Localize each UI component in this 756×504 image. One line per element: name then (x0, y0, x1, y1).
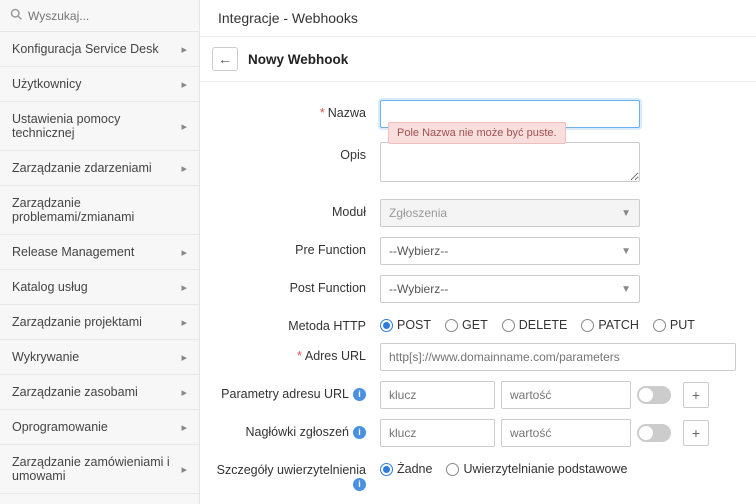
param-key-input[interactable] (380, 381, 495, 409)
chevron-right-icon: ▸ (181, 351, 187, 364)
chevron-down-icon: ▼ (621, 208, 631, 219)
sidebar-item[interactable]: Zarządzanie projektami ▸ (0, 305, 199, 340)
sidebar-search[interactable] (0, 0, 199, 32)
sidebar-item-label: Ustawienia pomocy technicznej (12, 112, 181, 140)
sidebar-item-label: Zarządzanie projektami (12, 315, 142, 329)
postfn-select[interactable]: --Wybierz-- ▼ (380, 275, 640, 303)
header-toggle[interactable] (637, 424, 671, 442)
http-method-option[interactable]: GET (445, 318, 488, 332)
sidebar-item-label: Zarządzanie zasobami (12, 385, 138, 399)
prefn-select[interactable]: --Wybierz-- ▼ (380, 237, 640, 265)
sidebar-item[interactable]: Ankiety▸ (0, 494, 199, 504)
chevron-down-icon: ▼ (621, 284, 631, 295)
main-panel: Integracje - Webhooks ← Nowy Webhook *Na… (200, 0, 756, 504)
search-icon (10, 8, 22, 23)
name-label: *Nazwa (210, 100, 380, 120)
radio-icon (581, 319, 594, 332)
chevron-right-icon: ▸ (181, 421, 187, 434)
chevron-down-icon: ▼ (621, 246, 631, 257)
param-add-button[interactable]: + (683, 382, 709, 408)
sidebar-item-label: Katalog usług (12, 280, 88, 294)
url-input[interactable] (380, 343, 736, 371)
http-method-option[interactable]: DELETE (502, 318, 568, 332)
desc-label: Opis (210, 142, 380, 162)
http-method-option[interactable]: POST (380, 318, 431, 332)
sidebar-item[interactable]: Release Management ▸ (0, 235, 199, 270)
sidebar-nav: Konfiguracja Service Desk▸Użytkownicy▸Us… (0, 32, 199, 504)
auth-group: Żadne Uwierzytelnianie podstawowe (380, 457, 736, 476)
info-icon[interactable]: i (353, 478, 366, 491)
sidebar-item[interactable]: Użytkownicy ▸ (0, 67, 199, 102)
chevron-right-icon: ▸ (181, 162, 187, 175)
auth-option[interactable]: Żadne (380, 462, 432, 476)
radio-icon (653, 319, 666, 332)
auth-option[interactable]: Uwierzytelnianie podstawowe (446, 462, 627, 476)
param-toggle[interactable] (637, 386, 671, 404)
sidebar-item-label: Konfiguracja Service Desk (12, 42, 159, 56)
http-method-group: POST GET DELETE PATCH PUT (380, 313, 736, 332)
sidebar-item-label: Release Management (12, 245, 134, 259)
url-label: *Adres URL (210, 343, 380, 363)
headers-label: Nagłówki zgłoszeńi (210, 419, 380, 439)
name-error-tooltip: Pole Nazwa nie może być puste. (388, 122, 566, 144)
sidebar-item-label: Zarządzanie problemami/zmianami (12, 196, 187, 224)
sidebar: Konfiguracja Service Desk▸Użytkownicy▸Us… (0, 0, 200, 504)
http-method-option[interactable]: PUT (653, 318, 695, 332)
radio-icon (380, 319, 393, 332)
chevron-right-icon: ▸ (181, 316, 187, 329)
module-select: Zgłoszenia ▼ (380, 199, 640, 227)
sidebar-item-label: Zarządzanie zamówieniami i umowami (12, 455, 181, 483)
page-title: Integracje - Webhooks (200, 0, 756, 37)
info-icon[interactable]: i (353, 426, 366, 439)
radio-icon (380, 463, 393, 476)
chevron-right-icon: ▸ (181, 43, 187, 56)
chevron-right-icon: ▸ (181, 463, 187, 476)
sidebar-item[interactable]: Ustawienia pomocy technicznej▸ (0, 102, 199, 151)
http-method-label: Metoda HTTP (210, 313, 380, 333)
header-key-input[interactable] (380, 419, 495, 447)
sidebar-item[interactable]: Katalog usług ▸ (0, 270, 199, 305)
arrow-left-icon: ← (218, 52, 232, 66)
sidebar-item-label: Użytkownicy (12, 77, 81, 91)
module-label: Moduł (210, 199, 380, 219)
radio-icon (445, 319, 458, 332)
info-icon[interactable]: i (353, 388, 366, 401)
sidebar-item[interactable]: Zarządzanie zdarzeniami ▸ (0, 151, 199, 186)
sidebar-item[interactable]: Zarządzanie problemami/zmianami (0, 186, 199, 235)
params-label: Parametry adresu URLi (210, 381, 380, 401)
sidebar-item[interactable]: Wykrywanie ▸ (0, 340, 199, 375)
radio-icon (446, 463, 459, 476)
http-method-option[interactable]: PATCH (581, 318, 639, 332)
header-add-button[interactable]: + (683, 420, 709, 446)
chevron-right-icon: ▸ (181, 120, 187, 133)
param-value-input[interactable] (501, 381, 631, 409)
search-input[interactable] (28, 9, 189, 23)
auth-label: Szczegóły uwierzytelnieniai (210, 457, 380, 491)
header-value-input[interactable] (501, 419, 631, 447)
sub-header: ← Nowy Webhook (200, 37, 756, 82)
prefn-label: Pre Function (210, 237, 380, 257)
sidebar-item[interactable]: Zarządzanie zamówieniami i umowami▸ (0, 445, 199, 494)
postfn-label: Post Function (210, 275, 380, 295)
chevron-right-icon: ▸ (181, 386, 187, 399)
chevron-right-icon: ▸ (181, 281, 187, 294)
sidebar-item[interactable]: Oprogramowanie ▸ (0, 410, 199, 445)
form-area: *Nazwa Pole Nazwa nie może być puste. Op… (200, 82, 756, 504)
desc-textarea[interactable] (380, 142, 640, 182)
sidebar-item-label: Wykrywanie (12, 350, 79, 364)
sidebar-item-label: Zarządzanie zdarzeniami (12, 161, 152, 175)
chevron-right-icon: ▸ (181, 246, 187, 259)
chevron-right-icon: ▸ (181, 78, 187, 91)
back-button[interactable]: ← (212, 47, 238, 71)
sidebar-item[interactable]: Konfiguracja Service Desk ▸ (0, 32, 199, 67)
radio-icon (502, 319, 515, 332)
sidebar-item[interactable]: Zarządzanie zasobami ▸ (0, 375, 199, 410)
sub-title: Nowy Webhook (248, 52, 348, 67)
sidebar-item-label: Oprogramowanie (12, 420, 108, 434)
